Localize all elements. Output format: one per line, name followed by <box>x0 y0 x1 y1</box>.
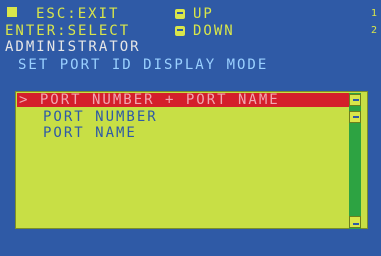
osd-screen: ESC:EXIT UP 1 ENTER:SELECT DOWN 2 ADMINI… <box>0 0 381 256</box>
menu-item-selected-label: > PORT NUMBER + PORT NAME <box>19 92 280 108</box>
enter-select-hint: ENTER:SELECT <box>5 23 131 39</box>
scroll-down-icon[interactable] <box>349 216 361 228</box>
up-hint: UP <box>193 6 214 22</box>
esc-exit-hint: ESC:EXIT <box>36 6 120 22</box>
page-title: SET PORT ID DISPLAY MODE <box>18 57 269 73</box>
down-hint: DOWN <box>193 23 235 39</box>
menu-item-port-name[interactable]: PORT NAME <box>43 126 137 140</box>
right-edge-glyph-1: 1 <box>370 8 377 19</box>
up-key-icon <box>175 9 185 19</box>
yellow-corner-block <box>7 7 17 17</box>
scroll-up-icon[interactable] <box>349 94 361 106</box>
menu-panel: > PORT NUMBER + PORT NAME PORT NUMBER PO… <box>15 91 368 229</box>
scroll-page-up-icon[interactable] <box>349 111 361 123</box>
user-name: ADMINISTRATOR <box>5 39 141 55</box>
down-key-icon <box>175 26 185 36</box>
vertical-scrollbar[interactable] <box>349 93 361 229</box>
bottom-strip <box>0 230 381 256</box>
right-edge-glyph-2: 2 <box>370 25 377 36</box>
menu-item-selected[interactable]: > PORT NUMBER + PORT NAME <box>17 93 360 107</box>
menu-item-port-number[interactable]: PORT NUMBER <box>43 110 158 124</box>
